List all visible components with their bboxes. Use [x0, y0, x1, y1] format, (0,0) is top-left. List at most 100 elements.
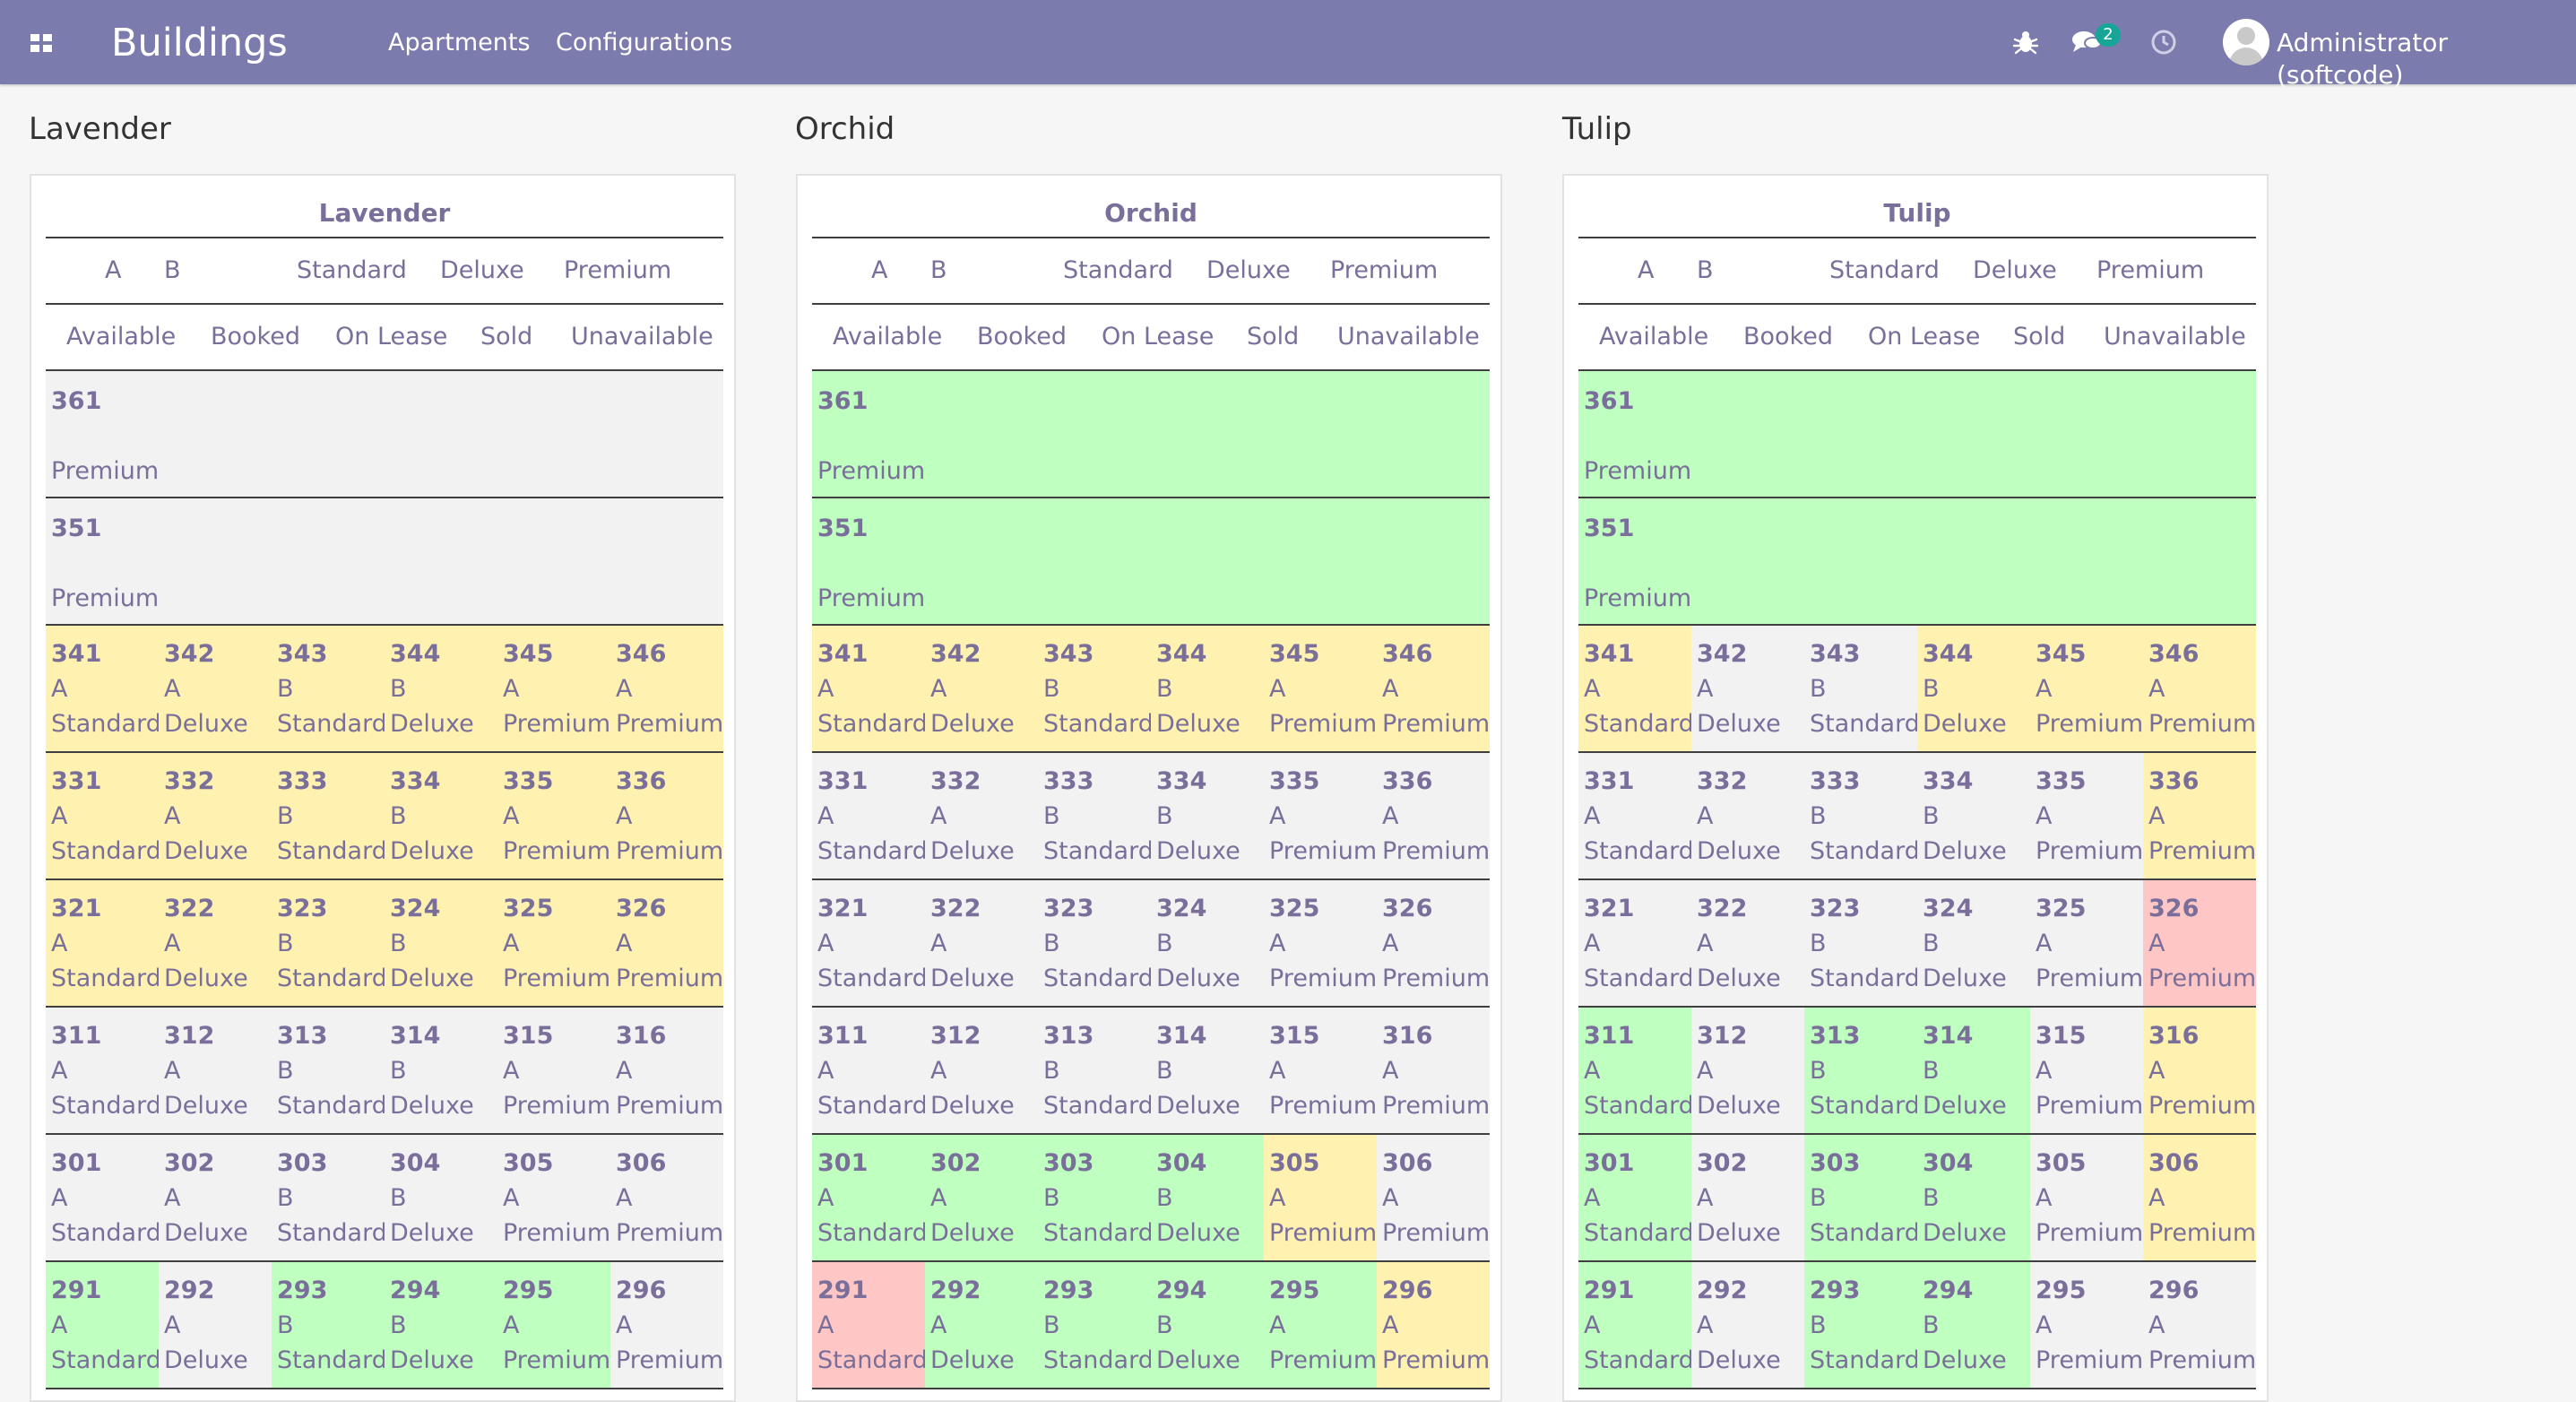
- apartment-cell-312[interactable]: 312 A Deluxe: [925, 1008, 1038, 1133]
- apartment-cell-314[interactable]: 314 B Deluxe: [1151, 1008, 1264, 1133]
- legend-block-a[interactable]: A: [105, 255, 121, 287]
- user-menu[interactable]: Administrator (softcode): [2277, 27, 2576, 91]
- apartment-cell-323[interactable]: 323 B Standard: [1038, 880, 1154, 1006]
- apartment-cell-313[interactable]: 313 B Standard: [1038, 1008, 1154, 1133]
- apartment-cell-314[interactable]: 314 B Deluxe: [1917, 1008, 2030, 1133]
- apartment-cell-292[interactable]: 292 A Deluxe: [159, 1262, 272, 1388]
- apartment-row-361[interactable]: 361 Premium: [812, 371, 1490, 497]
- apartment-cell-334[interactable]: 334 B Deluxe: [1151, 753, 1264, 878]
- legend-type-premium[interactable]: Premium: [564, 255, 671, 287]
- apartment-cell-291[interactable]: 291 A Standard: [46, 1262, 161, 1388]
- user-avatar[interactable]: [2223, 19, 2269, 65]
- apartment-cell-315[interactable]: 315 A Premium: [2030, 1008, 2143, 1133]
- legend-type-premium[interactable]: Premium: [2096, 255, 2204, 287]
- apartment-cell-305[interactable]: 305 A Premium: [497, 1135, 610, 1260]
- apartment-cell-324[interactable]: 324 B Deluxe: [1151, 880, 1264, 1006]
- apartment-row-361[interactable]: 361 Premium: [46, 371, 723, 497]
- apartment-cell-335[interactable]: 335 A Premium: [1264, 753, 1377, 878]
- apartment-cell-333[interactable]: 333 B Standard: [272, 753, 387, 878]
- apartment-cell-326[interactable]: 326 A Premium: [1377, 880, 1490, 1006]
- apartment-cell-302[interactable]: 302 A Deluxe: [1691, 1135, 1804, 1260]
- legend-type-deluxe[interactable]: Deluxe: [440, 255, 524, 287]
- apartment-cell-301[interactable]: 301 A Standard: [1578, 1135, 1694, 1260]
- apartment-cell-302[interactable]: 302 A Deluxe: [159, 1135, 272, 1260]
- apartment-row-351[interactable]: 351 Premium: [46, 498, 723, 624]
- legend-block-a[interactable]: A: [871, 255, 887, 287]
- apartment-cell-315[interactable]: 315 A Premium: [497, 1008, 610, 1133]
- legend-type-deluxe[interactable]: Deluxe: [1206, 255, 1291, 287]
- apartment-cell-305[interactable]: 305 A Premium: [1264, 1135, 1377, 1260]
- apartment-cell-333[interactable]: 333 B Standard: [1804, 753, 1920, 878]
- apartment-cell-325[interactable]: 325 A Premium: [2030, 880, 2143, 1006]
- apartment-cell-313[interactable]: 313 B Standard: [1804, 1008, 1920, 1133]
- apartment-cell-316[interactable]: 316 A Premium: [610, 1008, 723, 1133]
- legend-status-booked[interactable]: Booked: [1743, 321, 1833, 353]
- apartment-cell-293[interactable]: 293 B Standard: [272, 1262, 387, 1388]
- apartment-cell-311[interactable]: 311 A Standard: [46, 1008, 161, 1133]
- apartment-cell-332[interactable]: 332 A Deluxe: [925, 753, 1038, 878]
- apartment-cell-336[interactable]: 336 A Premium: [610, 753, 723, 878]
- apartment-cell-331[interactable]: 331 A Standard: [1578, 753, 1694, 878]
- apartment-cell-323[interactable]: 323 B Standard: [272, 880, 387, 1006]
- apartment-cell-326[interactable]: 326 A Premium: [2143, 880, 2256, 1006]
- apartment-cell-312[interactable]: 312 A Deluxe: [159, 1008, 272, 1133]
- legend-block-b[interactable]: B: [1697, 255, 1714, 287]
- apartment-cell-341[interactable]: 341 A Standard: [1578, 626, 1694, 751]
- apartment-cell-336[interactable]: 336 A Premium: [1377, 753, 1490, 878]
- apartment-cell-311[interactable]: 311 A Standard: [812, 1008, 928, 1133]
- legend-status-available[interactable]: Available: [66, 321, 176, 353]
- legend-status-booked[interactable]: Booked: [977, 321, 1067, 353]
- apartment-cell-321[interactable]: 321 A Standard: [812, 880, 928, 1006]
- apartment-cell-343[interactable]: 343 B Standard: [1038, 626, 1154, 751]
- apartment-cell-314[interactable]: 314 B Deluxe: [385, 1008, 497, 1133]
- apartment-cell-296[interactable]: 296 A Premium: [2143, 1262, 2256, 1388]
- apartment-cell-306[interactable]: 306 A Premium: [610, 1135, 723, 1260]
- apartment-cell-343[interactable]: 343 B Standard: [1804, 626, 1920, 751]
- legend-status-sold[interactable]: Sold: [480, 321, 532, 353]
- apartment-row-351[interactable]: 351 Premium: [812, 498, 1490, 624]
- legend-status-on-lease[interactable]: On Lease: [335, 321, 447, 353]
- apartment-cell-304[interactable]: 304 B Deluxe: [385, 1135, 497, 1260]
- apartment-cell-301[interactable]: 301 A Standard: [812, 1135, 928, 1260]
- apartment-cell-331[interactable]: 331 A Standard: [812, 753, 928, 878]
- apartment-cell-325[interactable]: 325 A Premium: [1264, 880, 1377, 1006]
- legend-block-b[interactable]: B: [164, 255, 181, 287]
- apartment-cell-321[interactable]: 321 A Standard: [46, 880, 161, 1006]
- apartment-cell-294[interactable]: 294 B Deluxe: [385, 1262, 497, 1388]
- apartment-cell-335[interactable]: 335 A Premium: [497, 753, 610, 878]
- legend-status-available[interactable]: Available: [833, 321, 942, 353]
- apartment-cell-322[interactable]: 322 A Deluxe: [1691, 880, 1804, 1006]
- apartment-cell-293[interactable]: 293 B Standard: [1804, 1262, 1920, 1388]
- apartment-cell-323[interactable]: 323 B Standard: [1804, 880, 1920, 1006]
- legend-type-standard[interactable]: Standard: [1063, 255, 1173, 287]
- apartment-cell-335[interactable]: 335 A Premium: [2030, 753, 2143, 878]
- apartment-cell-346[interactable]: 346 A Premium: [2143, 626, 2256, 751]
- apartment-cell-316[interactable]: 316 A Premium: [2143, 1008, 2256, 1133]
- apartment-cell-311[interactable]: 311 A Standard: [1578, 1008, 1694, 1133]
- apartment-cell-301[interactable]: 301 A Standard: [46, 1135, 161, 1260]
- apartment-cell-342[interactable]: 342 A Deluxe: [1691, 626, 1804, 751]
- legend-status-sold[interactable]: Sold: [2013, 321, 2065, 353]
- apartment-cell-294[interactable]: 294 B Deluxe: [1151, 1262, 1264, 1388]
- apartment-cell-313[interactable]: 313 B Standard: [272, 1008, 387, 1133]
- legend-type-deluxe[interactable]: Deluxe: [1973, 255, 2057, 287]
- apartment-cell-295[interactable]: 295 A Premium: [497, 1262, 610, 1388]
- apartment-cell-305[interactable]: 305 A Premium: [2030, 1135, 2143, 1260]
- apartment-cell-316[interactable]: 316 A Premium: [1377, 1008, 1490, 1133]
- apartment-cell-324[interactable]: 324 B Deluxe: [385, 880, 497, 1006]
- apartment-cell-306[interactable]: 306 A Premium: [2143, 1135, 2256, 1260]
- apartment-cell-321[interactable]: 321 A Standard: [1578, 880, 1694, 1006]
- apartment-cell-296[interactable]: 296 A Premium: [610, 1262, 723, 1388]
- apartment-cell-295[interactable]: 295 A Premium: [2030, 1262, 2143, 1388]
- apartment-cell-344[interactable]: 344 B Deluxe: [385, 626, 497, 751]
- apartment-cell-341[interactable]: 341 A Standard: [812, 626, 928, 751]
- apartment-cell-334[interactable]: 334 B Deluxe: [1917, 753, 2030, 878]
- apartment-cell-296[interactable]: 296 A Premium: [1377, 1262, 1490, 1388]
- apartment-cell-346[interactable]: 346 A Premium: [1377, 626, 1490, 751]
- apartment-cell-346[interactable]: 346 A Premium: [610, 626, 723, 751]
- apartment-cell-312[interactable]: 312 A Deluxe: [1691, 1008, 1804, 1133]
- apartment-cell-292[interactable]: 292 A Deluxe: [1691, 1262, 1804, 1388]
- legend-status-on-lease[interactable]: On Lease: [1102, 321, 1214, 353]
- legend-status-unavailable[interactable]: Unavailable: [1337, 321, 1480, 353]
- apartment-cell-292[interactable]: 292 A Deluxe: [925, 1262, 1038, 1388]
